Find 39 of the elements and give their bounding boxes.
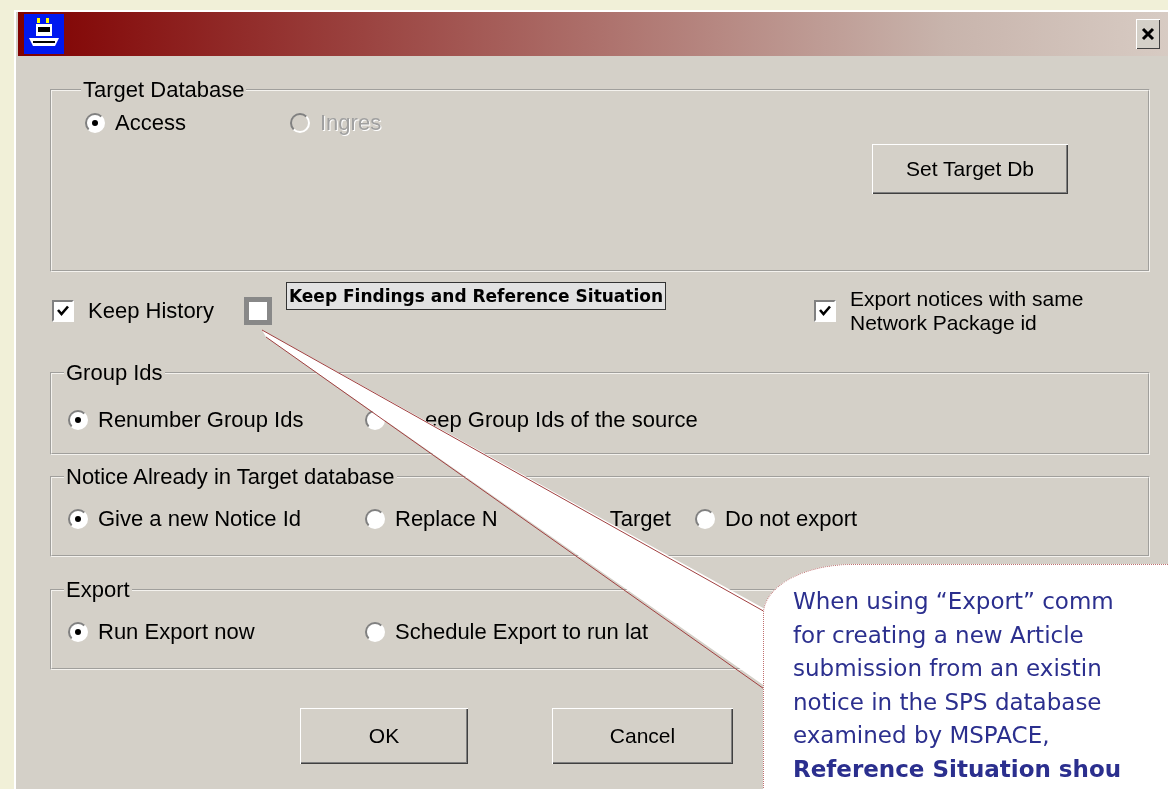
close-button[interactable]: [1136, 19, 1160, 49]
set-target-button[interactable]: Set Target Db: [872, 144, 1068, 194]
ship-icon: [24, 14, 64, 54]
radio-label: Schedule Export to run lat: [395, 619, 649, 645]
annotation-label: Keep Findings and Reference Situation: [285, 282, 667, 310]
radio-button[interactable]: [85, 113, 105, 133]
radio-button[interactable]: [68, 622, 88, 642]
radio-label: Renumber Group Ids: [98, 407, 304, 433]
group-title: Group Ids: [65, 361, 164, 385]
callout-text: for creating a new Article: [793, 620, 1084, 650]
dialog-button[interactable]: Cancel: [552, 708, 733, 764]
checkbox-label: Export notices with same Network Package id: [850, 286, 1085, 335]
radio-label: Run Export now: [98, 619, 255, 645]
radio-button[interactable]: [68, 410, 88, 430]
radio-button[interactable]: [68, 509, 88, 529]
checkbox[interactable]: [52, 299, 74, 322]
group-title: Target Database: [82, 78, 246, 102]
checkbox[interactable]: [814, 299, 836, 322]
radio-label: Access: [115, 110, 186, 136]
checkbox[interactable]: [243, 296, 272, 325]
close-icon: [1141, 27, 1155, 41]
dialog-button[interactable]: OK: [300, 708, 468, 764]
radio-label: Do not export: [725, 506, 858, 532]
radio-button[interactable]: [695, 509, 715, 529]
checkmark-icon: [818, 303, 832, 318]
radio-button[interactable]: [365, 622, 385, 642]
callout-text: When using “Export” comm: [793, 587, 1114, 616]
callout-text: submission from an existin: [793, 654, 1102, 683]
radio-label: Replace N: [395, 506, 498, 532]
callout-text: notice in the SPS database: [793, 687, 1102, 717]
callout-text: examined by MSPACE,: [793, 721, 1050, 750]
radio-label: Give a new Notice Id: [98, 506, 301, 532]
radio-label: Target: [609, 506, 671, 532]
callout-text: Reference Situation shou: [793, 754, 1122, 784]
group-title: Notice Already in Target database: [65, 465, 396, 489]
checkmark-icon: [56, 303, 70, 318]
radio-button[interactable]: [365, 509, 385, 529]
group-title: Export: [65, 578, 131, 602]
checkbox-label: Keep History: [88, 297, 214, 324]
